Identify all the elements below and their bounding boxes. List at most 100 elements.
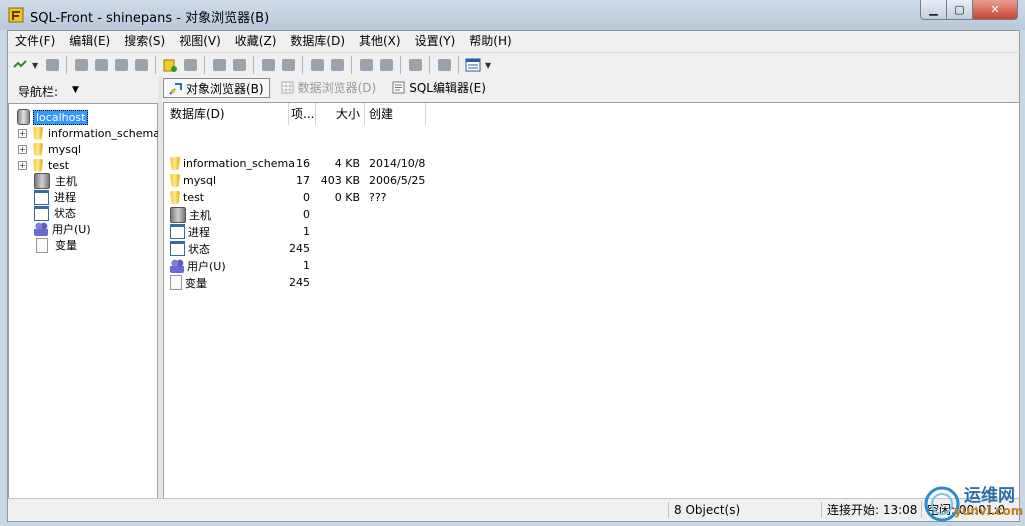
grid-button[interactable] <box>231 57 247 73</box>
menu-view[interactable]: 视图(V) <box>172 31 228 51</box>
copy-button[interactable] <box>93 57 109 73</box>
paste-icon <box>114 59 128 71</box>
hosts-icon <box>170 206 186 223</box>
server-icon <box>17 109 30 125</box>
column-header-objects[interactable]: 项... <box>289 103 316 125</box>
export-button[interactable] <box>407 57 423 73</box>
tree-item-hosts[interactable]: 主机 <box>34 173 77 189</box>
users-icon <box>170 258 184 273</box>
diagram-icon <box>379 59 393 71</box>
cut-button[interactable] <box>73 57 89 73</box>
tree-item-label: localhost <box>33 109 89 125</box>
menu-database[interactable]: 数据库(D) <box>283 31 352 51</box>
navigation-label: 导航栏: <box>18 85 59 99</box>
navigation-dropdown-arrow[interactable]: ▼ <box>72 85 79 95</box>
object-list[interactable]: 数据库(D) 项... 大小 创建 information_schema 16 … <box>163 102 1020 500</box>
row-created: ??? <box>369 191 387 204</box>
new-database-icon <box>163 59 177 72</box>
tree-item-information-schema[interactable]: + information_schema <box>18 125 160 141</box>
key-button[interactable] <box>309 57 325 73</box>
panel-splitter[interactable] <box>158 77 162 499</box>
watermark-subtext: yunvi.com <box>954 504 1024 518</box>
tab-object-browser[interactable]: 对象浏览器(B) <box>163 78 270 98</box>
list-row-variables[interactable]: 变量 245 <box>164 274 564 291</box>
row-name: 变量 <box>185 276 207 290</box>
database-icon <box>170 174 180 187</box>
row-objects: 17 <box>296 174 310 187</box>
maximize-button[interactable]: ▢ <box>947 0 973 20</box>
minimize-button[interactable]: ▁ <box>920 0 947 20</box>
tree-item-mysql[interactable]: + mysql <box>18 141 81 157</box>
tab-label: 对象浏览器(B) <box>186 81 264 96</box>
row-size: 403 KB <box>320 174 360 187</box>
user-edit-button[interactable] <box>280 57 296 73</box>
delete-button[interactable] <box>133 57 149 73</box>
tree-item-users[interactable]: 用户(U) <box>34 221 91 237</box>
watermark: 运维网 yunvi.com <box>914 478 1024 524</box>
close-button[interactable]: ✕ <box>973 0 1018 20</box>
row-objects: 16 <box>296 157 310 170</box>
expand-icon[interactable]: + <box>18 128 27 138</box>
row-objects: 245 <box>289 276 310 289</box>
menu-other[interactable]: 其他(X) <box>352 31 408 51</box>
app-icon <box>8 7 24 23</box>
tree-item-localhost[interactable]: localhost <box>17 109 89 125</box>
tree-item-label: 进程 <box>54 191 76 204</box>
table-button[interactable] <box>211 57 227 73</box>
navigation-tree[interactable]: localhost + information_schema + mysql +… <box>8 103 160 500</box>
tab-label: 数据浏览器(D) <box>297 80 377 95</box>
menu-edit[interactable]: 编辑(E) <box>62 31 117 51</box>
connect-button[interactable] <box>12 57 28 73</box>
list-row-mysql[interactable]: mysql 17 403 KB 2006/5/25 <box>164 172 564 189</box>
toolbar-separator <box>155 56 156 74</box>
paste-button[interactable] <box>113 57 129 73</box>
tab-sql-editor[interactable]: SQL编辑器(E) <box>387 78 491 96</box>
grid-icon <box>232 59 246 71</box>
user-button[interactable] <box>260 57 276 73</box>
expand-icon[interactable]: + <box>18 160 27 170</box>
minimize-icon: ▁ <box>929 3 938 16</box>
toolbar-separator <box>458 56 459 74</box>
window-icon <box>170 241 185 256</box>
trigger-button[interactable] <box>329 57 345 73</box>
list-row-status[interactable]: 状态 245 <box>164 240 564 257</box>
menu-help[interactable]: 帮助(H) <box>462 31 518 51</box>
tree-item-label: test <box>48 158 70 172</box>
drop-database-button[interactable] <box>182 57 198 73</box>
column-header-database[interactable]: 数据库(D) <box>164 103 289 125</box>
list-row-test[interactable]: test 0 0 KB ??? <box>164 189 564 206</box>
menu-search[interactable]: 搜索(S) <box>117 31 172 51</box>
column-header-created[interactable]: 创建 <box>365 103 426 125</box>
menu-favorites[interactable]: 收藏(Z) <box>228 31 284 51</box>
list-row-users[interactable]: 用户(U) 1 <box>164 257 564 274</box>
list-row-information-schema[interactable]: information_schema 16 4 KB 2014/10/8 <box>164 155 564 172</box>
tree-item-label: 主机 <box>55 175 77 188</box>
tab-data-browser[interactable]: 数据浏览器(D) <box>276 78 382 96</box>
list-row-hosts[interactable]: 主机 0 <box>164 206 564 223</box>
expand-icon[interactable]: + <box>18 144 27 154</box>
chart-icon <box>359 59 373 71</box>
filter-button[interactable] <box>436 57 452 73</box>
tree-item-status[interactable]: 状态 <box>34 205 76 221</box>
chart-button[interactable] <box>358 57 374 73</box>
tree-item-test[interactable]: + test <box>18 157 69 173</box>
disconnect-button[interactable] <box>44 57 60 73</box>
new-database-button[interactable] <box>162 57 178 73</box>
toolbar-separator <box>253 56 254 74</box>
document-icon <box>170 275 182 290</box>
view-mode-button[interactable] <box>465 57 481 73</box>
toolbar-separator <box>400 56 401 74</box>
list-row-processes[interactable]: 进程 1 <box>164 223 564 240</box>
tree-item-processes[interactable]: 进程 <box>34 189 76 205</box>
menu-file[interactable]: 文件(F) <box>8 31 62 51</box>
tree-item-variables[interactable]: 变量 <box>36 237 77 253</box>
connect-dropdown-arrow[interactable]: ▼ <box>32 61 40 70</box>
menu-settings[interactable]: 设置(Y) <box>408 31 463 51</box>
database-icon <box>170 157 180 170</box>
row-name: 进程 <box>188 225 210 239</box>
row-size: 0 KB <box>334 191 360 204</box>
view-mode-dropdown-arrow[interactable]: ▼ <box>485 61 493 70</box>
maximize-icon: ▢ <box>954 3 965 16</box>
column-header-size[interactable]: 大小 <box>316 103 365 125</box>
diagram-button[interactable] <box>378 57 394 73</box>
